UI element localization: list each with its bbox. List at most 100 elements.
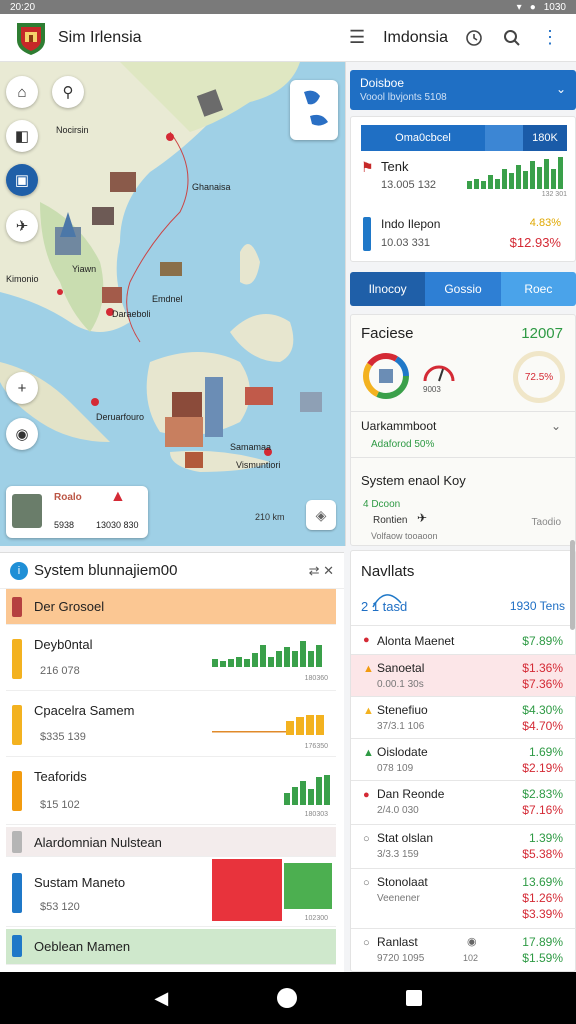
system-row-a: 4 Dcoon (363, 499, 401, 510)
zoom-in-button[interactable]: + (6, 372, 38, 404)
menu-icon[interactable]: ☰ (345, 26, 369, 50)
map-info-card[interactable]: Roalo 5938 ▲ 13030 830 (6, 486, 148, 538)
market-row[interactable]: ▲ Sanoetal 0.00.1 30s $1.36% $7.36% (351, 655, 576, 697)
map-scale: 210 km (255, 512, 285, 522)
tab-roec[interactable]: Roec (500, 272, 576, 306)
map-label: Deruarfouro (96, 412, 145, 422)
scrollbar[interactable] (570, 540, 575, 630)
market-value-2: $7.16% (522, 803, 563, 817)
donut-chart (363, 353, 409, 399)
tab-overview[interactable]: Ilnocoy (350, 272, 426, 306)
tab-gossio[interactable]: Gossio (425, 272, 501, 306)
card-value: 5938 (54, 520, 75, 530)
market-sub: 3/3.3 159 (377, 849, 419, 860)
chevron-down-icon[interactable]: ⌄ (551, 419, 561, 433)
market-value-3: $3.39% (522, 907, 563, 921)
list-item[interactable]: Alardomnian Nulstean (6, 827, 336, 857)
market-sub: 078 109 (377, 763, 414, 774)
list-item[interactable]: Teaforids $15 102 180303 (6, 759, 336, 825)
segment-2 (485, 125, 523, 151)
layers-button[interactable]: ◧ (6, 120, 38, 152)
recenter-button[interactable]: ◉ (6, 418, 38, 450)
market-name: Oislodate (377, 745, 428, 759)
minimap-inset[interactable] (290, 80, 338, 140)
system-row-b: Rontien (373, 515, 408, 526)
wifi-icon: ● (529, 1, 536, 13)
app-logo (17, 22, 45, 55)
market-value: 17.89% (522, 935, 563, 949)
market-value-2: $1.26% (522, 891, 563, 905)
market-value: $1.36% (522, 661, 563, 675)
clock-icon[interactable] (462, 26, 486, 50)
map-view[interactable]: ⌂ ⚲ ◧ ▣ ✈ + ◉ Nocirsin Ghanaisa Kimonio … (0, 62, 346, 546)
market-row[interactable]: ○ Stonolaat Veenener 13.69% $1.26% $3.39… (351, 869, 576, 929)
list-item[interactable]: Sustam Maneto $53 120 102300 (6, 859, 336, 927)
list-item[interactable]: Oeblean Mamen (6, 929, 336, 965)
market-sub: 2/4.0 030 (377, 805, 419, 816)
market-row[interactable]: ● Alonta Maenet $7.89% (351, 625, 576, 655)
compass-icon[interactable]: ◈ (306, 500, 336, 530)
flag-icon: ⚑ (361, 159, 374, 175)
green-block (284, 863, 332, 909)
market-row[interactable]: ▲ Oislodate 078 109 1.69% $2.19% (351, 739, 576, 781)
market-name: Stenefiuo (377, 703, 428, 717)
app-bar: Sim Irlensia ☰ Imdonsia ⋮ (0, 14, 576, 62)
markets-title: Navllats (361, 563, 415, 580)
market-value: $7.89% (522, 634, 563, 648)
market-row[interactable]: ○ Ranlast 9720 1095 102 ◉ 17.89% $1.59% (351, 929, 576, 971)
list-item-value: 216 078 (40, 665, 80, 677)
home-map-button[interactable]: ⌂ (6, 76, 38, 108)
data-source-dropdown[interactable]: Doisboe Voool lbvjonts 5108 ⌄ (350, 70, 576, 110)
market-icon: ● (363, 634, 370, 646)
card-row-sub: 10.03 331 (381, 237, 430, 249)
market-name: Alonta Maenet (377, 634, 455, 648)
status-bar-indicator (12, 873, 22, 913)
market-icon: ○ (363, 937, 370, 949)
right-column: Doisboe Voool lbvjonts 5108 ⌄ Oma0cbcel … (350, 62, 576, 972)
back-button[interactable]: ◀ (154, 988, 168, 1009)
building-layer-button[interactable]: ▣ (6, 164, 38, 196)
market-row[interactable]: ○ Stat olslan 3/3.3 159 1.39% $5.38% (351, 825, 576, 869)
market-row[interactable]: ● Dan Reonde 2/4.0 030 $2.83% $7.16% (351, 781, 576, 825)
panel-actions[interactable]: ⇄ ✕ (309, 563, 334, 579)
system-row-title: System enaol Koy (361, 473, 466, 488)
map-label: Vismuntiori (236, 460, 281, 470)
region-selector[interactable]: Imdonsia (383, 29, 448, 47)
map-search-button[interactable]: ⚲ (52, 76, 84, 108)
map-label: Samamaa (230, 442, 272, 452)
market-value-2: $4.70% (522, 719, 563, 733)
market-row[interactable]: ▲ Stenefiuo 37/3.1 106 $4.30% $4.70% (351, 697, 576, 739)
map-label: Ghanaisa (192, 182, 231, 192)
status-bar-indicator (12, 831, 22, 853)
search-icon[interactable] (500, 26, 524, 50)
system-row-c: Volfaow tooaoon (371, 531, 438, 541)
app-title: Sim Irlensia (58, 28, 142, 46)
transport-layer-button[interactable]: ✈ (6, 210, 38, 242)
list-item-name: Cpacelra Samem (34, 703, 135, 718)
map-label: Nocirsin (56, 125, 89, 135)
facilities-row: Uarkammboot (361, 419, 437, 433)
battery-text: 1030 (543, 1, 566, 13)
list-item[interactable]: Deyb0ntal 216 078 180360 (6, 629, 336, 691)
map-label: Yiawn (72, 264, 97, 274)
market-value: 1.39% (528, 831, 563, 845)
blue-indicator (363, 217, 371, 251)
markets-card: Navllats 2 1 tasd 1930 Tens ● Alonta Mae… (350, 550, 576, 972)
more-options-icon[interactable]: ⋮ (538, 26, 562, 50)
list-item[interactable]: Der Grosoel (6, 589, 336, 625)
card-value: $12.93% (509, 235, 561, 250)
chart-caption: 176350 (304, 743, 328, 750)
market-sub: 0.00.1 30s (377, 679, 424, 690)
status-time: 20:20 (10, 1, 36, 13)
market-value: 13.69% (522, 875, 563, 889)
market-icon: ● (363, 789, 370, 801)
status-bar-indicator (12, 597, 22, 617)
list-item-name: Der Grosoel (34, 599, 105, 614)
list-item-value: $335 139 (40, 731, 86, 743)
divider (351, 457, 576, 458)
facilities-value: 12007 (521, 325, 563, 342)
place-thumbnail (12, 494, 42, 528)
list-item[interactable]: Cpacelra Samem $335 139 176350 (6, 693, 336, 757)
recents-button[interactable] (405, 990, 422, 1006)
home-button[interactable] (276, 988, 297, 1008)
